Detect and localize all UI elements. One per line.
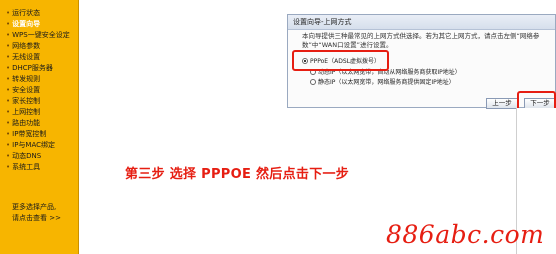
bullet-icon: • — [6, 97, 11, 105]
sidebar-item-label: IP带宽控制 — [12, 130, 47, 138]
sidebar-item-label: 网络参数 — [12, 42, 41, 50]
bullet-icon: • — [6, 31, 11, 39]
sidebar-item-label: 运行状态 — [12, 9, 41, 17]
bullet-icon: • — [6, 75, 11, 83]
more-products-line2: 请点击查看 >> — [12, 214, 61, 222]
step-instruction: 第三步 选择 PPPOE 然后点击下一步 — [125, 167, 350, 182]
sidebar-item-8[interactable]: • 家长控制 — [6, 96, 70, 107]
sidebar-item-1[interactable]: • 设置向导 — [6, 19, 70, 30]
option-static-ip-label: 静态IP（以太网宽带，网络服务商提供固定IP地址） — [318, 79, 455, 86]
bullet-icon: • — [6, 119, 11, 127]
sidebar-item-5[interactable]: • DHCP服务器 — [6, 63, 70, 74]
bullet-icon: • — [6, 141, 11, 149]
dialog-description: 本向导提供三种最常见的上网方式供选择。若为其它上网方式，请点击左侧“网络参数”中… — [302, 32, 540, 49]
sidebar-item-label: 系统工具 — [12, 163, 41, 171]
sidebar-item-11[interactable]: • IP带宽控制 — [6, 129, 70, 140]
sidebar-item-4[interactable]: • 无线设置 — [6, 52, 70, 63]
option-static-ip[interactable]: 静态IP（以太网宽带，网络服务商提供固定IP地址） — [310, 78, 455, 87]
bullet-icon: • — [6, 163, 11, 171]
sidebar-item-label: 家长控制 — [12, 97, 41, 105]
sidebar-item-13[interactable]: • 动态DNS — [6, 151, 70, 162]
bullet-icon: • — [6, 53, 11, 61]
bullet-icon: • — [6, 130, 11, 138]
bullet-icon: • — [6, 152, 11, 160]
sidebar-item-label: DHCP服务器 — [12, 64, 53, 72]
sidebar-item-9[interactable]: • 上网控制 — [6, 107, 70, 118]
sidebar-menu: • 运行状态 • 设置向导 • WPS一键安全设定 • 网络参数 • 无线设置 • DHCP服务器 • 转… — [6, 8, 70, 173]
sidebar-item-12[interactable]: • IP与MAC绑定 — [6, 140, 70, 151]
sidebar-item-label: WPS一键安全设定 — [12, 31, 70, 39]
watermark: 886abc.com — [386, 220, 545, 249]
sidebar-item-label: 上网控制 — [12, 108, 41, 116]
bullet-icon: • — [6, 86, 11, 94]
dialog-title: 设置向导-上网方式 — [288, 15, 555, 30]
bullet-icon: • — [6, 64, 11, 72]
sidebar: • 运行状态 • 设置向导 • WPS一键安全设定 • 网络参数 • 无线设置 • DHCP服务器 • 转… — [0, 0, 79, 254]
prev-button[interactable]: 上一步 — [486, 98, 518, 109]
bullet-icon: • — [6, 9, 11, 17]
sidebar-item-label: 转发规则 — [12, 75, 41, 83]
radio-static-ip-icon[interactable] — [310, 79, 316, 85]
more-products-line1: 更多选择产品, — [12, 203, 57, 211]
sidebar-item-label: 动态DNS — [12, 152, 42, 160]
sidebar-item-0[interactable]: • 运行状态 — [6, 8, 70, 19]
sidebar-item-3[interactable]: • 网络参数 — [6, 41, 70, 52]
sidebar-item-label: 安全设置 — [12, 86, 41, 94]
highlight-pppoe-box — [292, 50, 389, 71]
sidebar-item-label: IP与MAC绑定 — [12, 141, 56, 149]
sidebar-item-14[interactable]: • 系统工具 — [6, 162, 70, 173]
sidebar-item-label: 路由功能 — [12, 119, 41, 127]
bullet-icon: • — [6, 20, 11, 28]
bullet-icon: • — [6, 42, 11, 50]
sidebar-item-label: 无线设置 — [12, 53, 41, 61]
sidebar-item-label: 设置向导 — [12, 20, 41, 28]
sidebar-item-6[interactable]: • 转发规则 — [6, 74, 70, 85]
sidebar-item-2[interactable]: • WPS一键安全设定 — [6, 30, 70, 41]
sidebar-item-10[interactable]: • 路由功能 — [6, 118, 70, 129]
more-products-link[interactable]: 更多选择产品, 请点击查看 >> — [12, 202, 61, 224]
bullet-icon: • — [6, 108, 11, 116]
sidebar-item-7[interactable]: • 安全设置 — [6, 85, 70, 96]
